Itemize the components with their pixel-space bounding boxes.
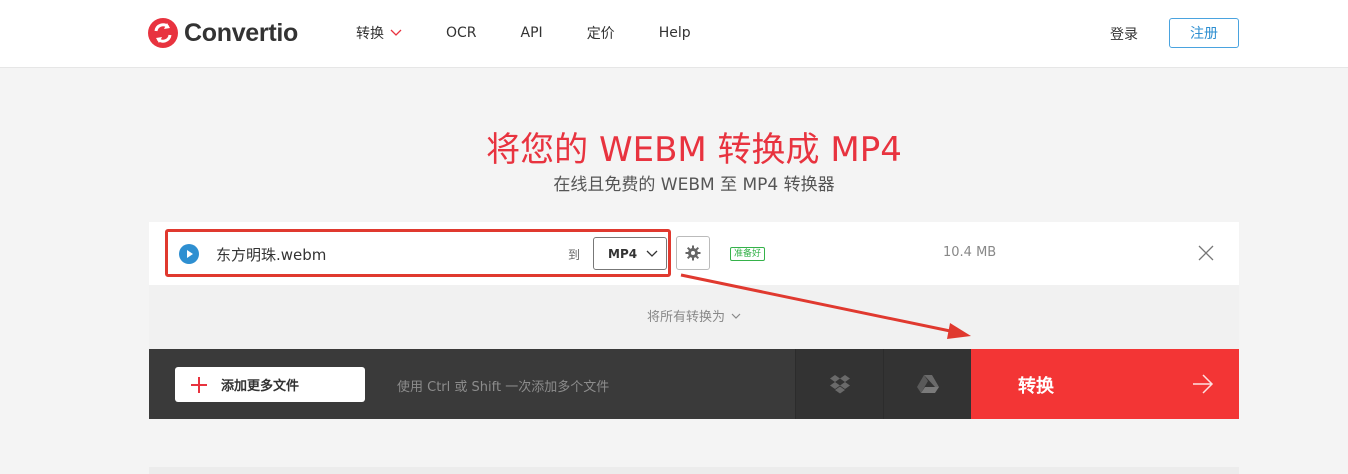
chevron-down-icon xyxy=(646,250,658,257)
conversion-card: 东方明珠.webm 到 MP4 准备好 10.4 MB 将所有转换为 添加更多文… xyxy=(149,222,1239,419)
file-row: 东方明珠.webm 到 MP4 准备好 10.4 MB xyxy=(149,222,1239,285)
format-value: MP4 xyxy=(608,246,638,261)
nav-item-help[interactable]: Help xyxy=(659,25,691,41)
page-title: 将您的 WEBM 转换成 MP4 xyxy=(486,130,902,170)
convertio-logo[interactable]: Convertio xyxy=(148,16,298,50)
nav-item-label: OCR xyxy=(446,25,477,41)
nav-item-pricing[interactable]: 定价 xyxy=(587,23,615,43)
add-more-files-button[interactable]: 添加更多文件 xyxy=(175,367,365,402)
dropbox-button[interactable] xyxy=(795,349,883,419)
top-header: Convertio 转换 OCR API 定价 Help 登录 注册 xyxy=(0,0,1348,68)
chevron-down-icon xyxy=(731,313,741,319)
nav-item-label: 转换 xyxy=(356,26,384,42)
file-size: 10.4 MB xyxy=(943,245,997,260)
nav-item-convert[interactable]: 转换 xyxy=(356,23,402,43)
below-section xyxy=(149,467,1239,474)
nav-item-api[interactable]: API xyxy=(521,25,543,41)
multi-select-hint: 使用 Ctrl 或 Shift 一次添加多个文件 xyxy=(397,380,610,395)
file-highlight-box: 东方明珠.webm 到 MP4 xyxy=(165,229,671,277)
add-more-files-label: 添加更多文件 xyxy=(221,379,300,394)
convert-all-dropdown[interactable]: 将所有转换为 xyxy=(149,306,1239,325)
dropbox-icon xyxy=(829,375,850,394)
plus-icon xyxy=(191,376,207,393)
play-icon xyxy=(179,244,199,264)
arrow-right-icon xyxy=(1193,374,1214,394)
logo-text: Convertio xyxy=(184,18,298,47)
page-subtitle: 在线且免费的 WEBM 至 MP4 转换器 xyxy=(553,175,835,195)
gear-icon xyxy=(685,245,701,261)
nav-item-ocr[interactable]: OCR xyxy=(446,25,477,41)
to-label: 到 xyxy=(568,248,581,262)
settings-button[interactable] xyxy=(676,236,710,270)
bottom-bar: 添加更多文件 使用 Ctrl 或 Shift 一次添加多个文件 转换 xyxy=(149,349,1239,419)
convert-all-label: 将所有转换为 xyxy=(646,310,725,325)
status-badge: 准备好 xyxy=(730,247,766,261)
main-nav: 转换 OCR API 定价 Help xyxy=(356,0,735,66)
convert-button[interactable]: 转换 xyxy=(971,349,1239,419)
chevron-down-icon xyxy=(390,29,402,36)
convert-button-label: 转换 xyxy=(1018,376,1054,397)
file-name: 东方明珠.webm xyxy=(216,246,327,264)
google-drive-icon xyxy=(916,375,939,393)
close-icon[interactable] xyxy=(1197,244,1215,262)
nav-item-label: API xyxy=(520,25,543,41)
output-format-select[interactable]: MP4 xyxy=(593,237,667,270)
nav-item-label: 定价 xyxy=(586,26,615,42)
convertio-logo-icon xyxy=(148,18,178,48)
login-link[interactable]: 登录 xyxy=(1110,24,1138,44)
nav-item-label: Help xyxy=(658,25,691,41)
google-drive-button[interactable] xyxy=(883,349,971,419)
signup-button[interactable]: 注册 xyxy=(1169,18,1239,48)
